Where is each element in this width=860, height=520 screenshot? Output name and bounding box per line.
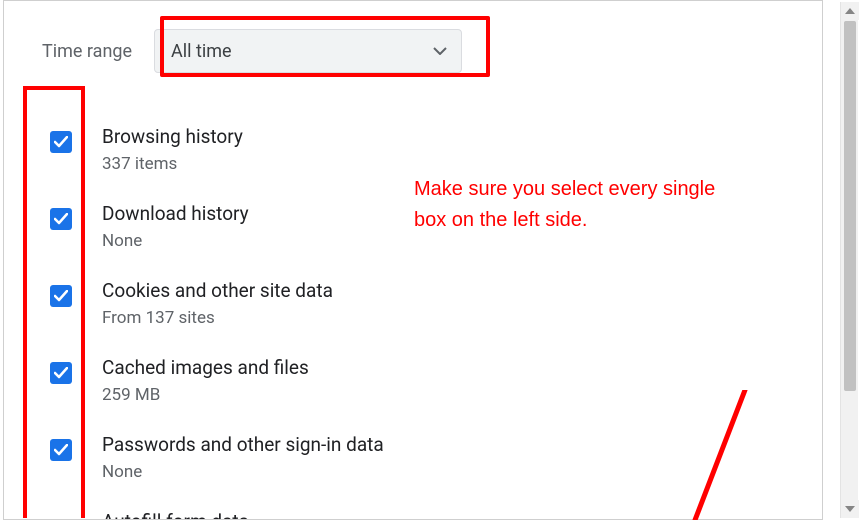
caret-down-icon [433, 47, 447, 55]
item-title: Cookies and other site data [102, 279, 333, 302]
list-item: Autofill form data [42, 496, 792, 520]
checkbox-cookies[interactable] [50, 285, 72, 307]
item-subtitle: 337 items [102, 154, 243, 174]
item-title: Browsing history [102, 125, 243, 148]
item-title: Cached images and files [102, 356, 309, 379]
vertical-scrollbar[interactable] [840, 2, 858, 518]
time-range-value: All time [171, 41, 232, 62]
checkbox-cached-images[interactable] [50, 362, 72, 384]
list-item: Cookies and other site data From 137 sit… [42, 265, 792, 342]
checkbox-download-history[interactable] [50, 208, 72, 230]
clear-browsing-data-dialog: Time range All time Browsing history 337… [3, 0, 823, 520]
clear-data-options-list: Browsing history 337 items Download hist… [42, 111, 792, 520]
scrollbar-thumb[interactable] [844, 21, 856, 391]
item-subtitle: From 137 sites [102, 308, 333, 328]
list-item: Cached images and files 259 MB [42, 342, 792, 419]
list-item: Download history None [42, 188, 792, 265]
item-title: Autofill form data [102, 510, 249, 520]
checkbox-passwords[interactable] [50, 439, 72, 461]
item-subtitle: None [102, 231, 249, 251]
time-range-select[interactable]: All time [154, 29, 462, 73]
list-item: Passwords and other sign-in data None [42, 419, 792, 496]
time-range-label: Time range [42, 41, 132, 62]
time-range-row: Time range All time [42, 29, 792, 73]
item-title: Passwords and other sign-in data [102, 433, 384, 456]
scroll-up-arrow-icon[interactable] [841, 2, 859, 20]
item-subtitle: None [102, 462, 384, 482]
item-subtitle: 259 MB [102, 385, 309, 405]
item-title: Download history [102, 202, 249, 225]
checkbox-browsing-history[interactable] [50, 131, 72, 153]
scroll-down-arrow-icon[interactable] [841, 500, 859, 518]
list-item: Browsing history 337 items [42, 111, 792, 188]
